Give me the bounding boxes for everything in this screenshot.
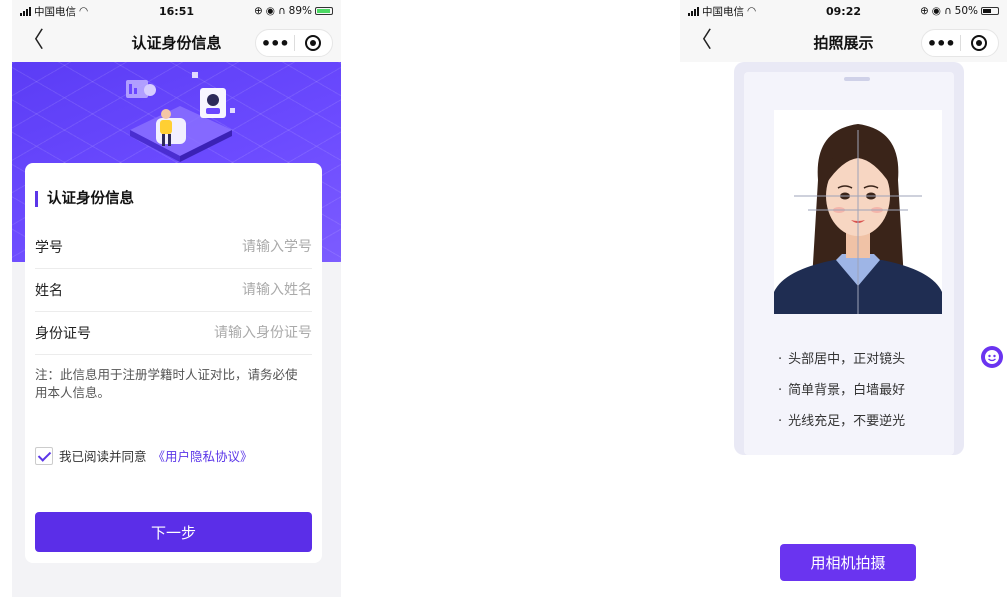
- alarm-icon: ◉: [931, 5, 941, 17]
- photo-tip: 光线充足，不要逆光: [778, 412, 905, 443]
- page-title: 拍照展示: [813, 33, 874, 52]
- close-button[interactable]: [295, 35, 333, 51]
- close-button[interactable]: [961, 35, 999, 51]
- usage-note: 注：此信息用于注册学籍时人证对比，请务必使用本人信息。: [35, 367, 298, 400]
- carrier-label: 中国电信: [34, 5, 76, 18]
- headphone-icon: ∩: [943, 5, 952, 17]
- student-id-row: 学号: [35, 226, 312, 269]
- more-button[interactable]: •••: [922, 34, 960, 53]
- section-title: 认证身份信息: [35, 191, 134, 207]
- status-bar: 中国电信 ◠ 16:51 ⊕ ◉ ∩ 89%: [12, 0, 341, 22]
- photo-tips-list: 头部居中，正对镜头 简单背景，白墙最好 光线充足，不要逆光: [778, 350, 905, 443]
- photo-tip: 简单背景，白墙最好: [778, 381, 905, 412]
- identity-form-card: 认证身份信息 学号 姓名 身份证号 注：此信息用于注册学籍时人证对比，请务必使用…: [25, 163, 322, 563]
- mini-program-capsule: •••: [255, 29, 333, 57]
- mini-program-capsule: •••: [921, 29, 999, 57]
- location-icon: ⊕: [253, 5, 263, 17]
- signal-icon: [688, 6, 699, 16]
- status-bar: 中国电信 ◠ 09:22 ⊕ ◉ ∩ 50%: [680, 0, 1007, 22]
- name-row: 姓名: [35, 269, 312, 312]
- id-number-input[interactable]: [172, 325, 312, 341]
- agree-checkbox[interactable]: [35, 446, 53, 465]
- photo-guide-screen: 中国电信 ◠ 09:22 ⊕ ◉ ∩ 50% 〈 拍照展示 ••• · 头部居中…: [680, 0, 1007, 597]
- portrait-example-icon: [774, 110, 942, 314]
- privacy-policy-link[interactable]: 《用户隐私协议》: [153, 446, 253, 465]
- privacy-agreement: 我已阅读并同意 《用户隐私协议》: [35, 446, 253, 465]
- id-number-row: 身份证号: [35, 312, 312, 355]
- phone-speaker-icon: [844, 77, 870, 81]
- wifi-icon: ◠: [79, 5, 89, 17]
- customer-service-icon[interactable]: [979, 344, 1005, 370]
- more-button[interactable]: •••: [256, 34, 294, 53]
- name-label: 姓名: [35, 283, 63, 299]
- navigation-bar: 〈 认证身份信息 •••: [12, 22, 341, 62]
- target-icon: [305, 35, 322, 51]
- chevron-left-icon[interactable]: 〈: [22, 30, 44, 52]
- name-input[interactable]: [172, 282, 312, 298]
- id-number-label: 身份证号: [35, 326, 91, 342]
- carrier-label: 中国电信: [702, 5, 744, 18]
- student-id-input[interactable]: [172, 239, 312, 255]
- chevron-left-icon[interactable]: 〈: [690, 30, 712, 52]
- page-title: 认证身份信息: [131, 33, 222, 52]
- photo-example-frame: 头部居中，正对镜头 简单背景，白墙最好 光线充足，不要逆光: [734, 62, 964, 455]
- location-icon: ⊕: [919, 5, 929, 17]
- student-id-label: 学号: [35, 240, 63, 256]
- battery-icon: [981, 7, 999, 15]
- next-step-button[interactable]: 下一步: [35, 512, 312, 552]
- photo-example-panel: 头部居中，正对镜头 简单背景，白墙最好 光线充足，不要逆光: [744, 72, 954, 455]
- battery-icon: [315, 7, 333, 15]
- identity-screen: 中国电信 ◠ 16:51 ⊕ ◉ ∩ 89% 〈 认证身份信息 ••• 认证身份…: [12, 0, 341, 597]
- photo-tip: 头部居中，正对镜头: [778, 350, 905, 381]
- battery-percent: 89%: [288, 5, 312, 17]
- navigation-bar: 〈 拍照展示 •••: [680, 22, 1007, 62]
- headphone-icon: ∩: [277, 5, 286, 17]
- battery-percent: 50%: [954, 5, 978, 17]
- alarm-icon: ◉: [265, 5, 275, 17]
- agree-text: 我已阅读并同意: [59, 449, 147, 464]
- take-photo-button[interactable]: 用相机拍摄: [780, 544, 916, 581]
- target-icon: [971, 35, 988, 51]
- identity-illustration-icon: [126, 72, 235, 162]
- signal-icon: [20, 6, 31, 16]
- wifi-icon: ◠: [747, 5, 757, 17]
